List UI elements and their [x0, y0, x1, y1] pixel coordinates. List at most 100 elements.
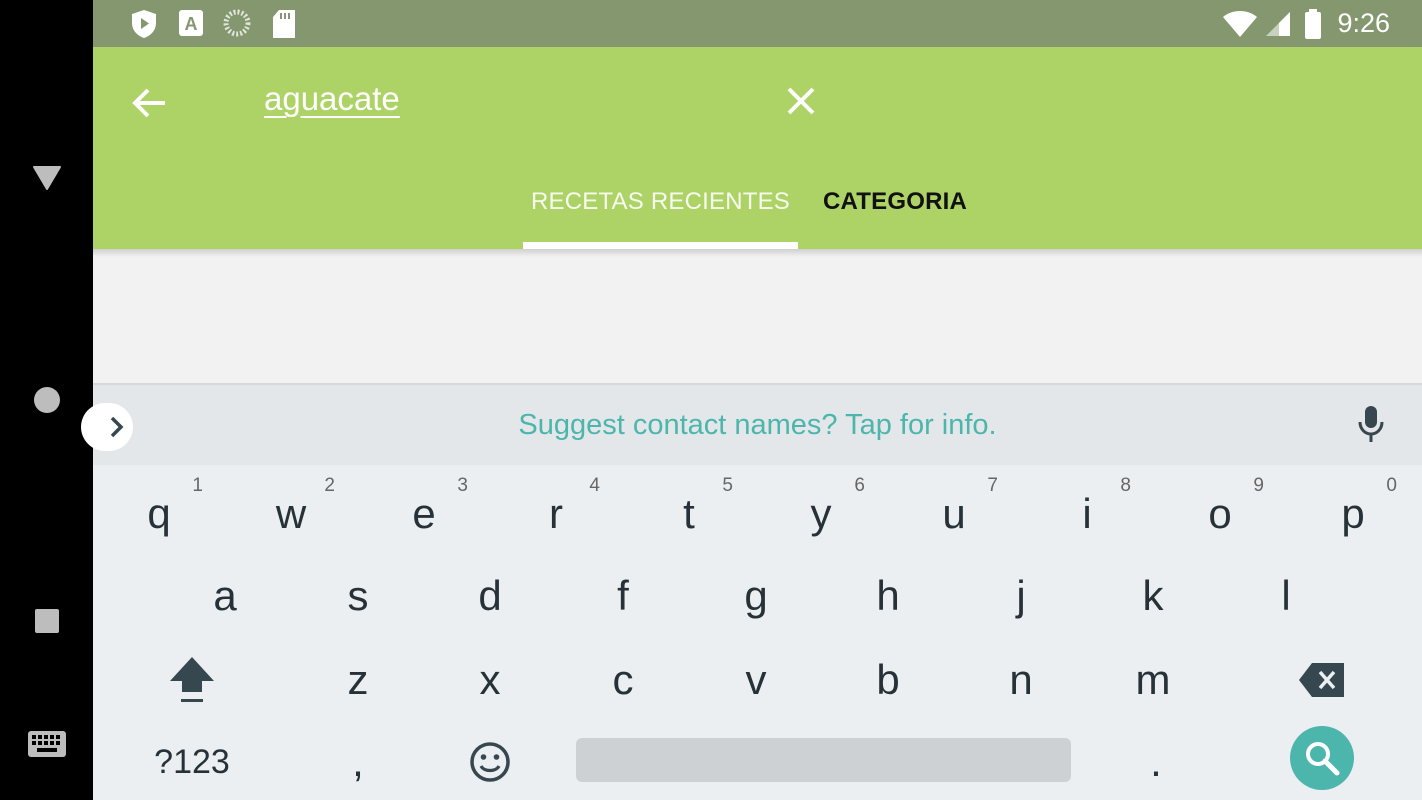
key-hint: 2 [324, 475, 335, 496]
period-key[interactable]: . [1090, 729, 1222, 795]
key-label: ?123 [154, 742, 230, 781]
tab-indicator [523, 242, 798, 249]
shift-key[interactable] [126, 645, 258, 715]
key-k[interactable]: k [1087, 561, 1219, 631]
key-label: k [1142, 572, 1164, 619]
shift-arrow-icon [170, 657, 214, 702]
key-label: a [213, 572, 237, 619]
key-label: l [1281, 572, 1291, 619]
key-o[interactable]: o9 [1154, 475, 1286, 549]
key-e[interactable]: e3 [358, 475, 490, 549]
key-m[interactable]: m [1087, 645, 1219, 715]
backspace-key[interactable] [1256, 645, 1388, 715]
key-label: o [1208, 490, 1232, 537]
key-s[interactable]: s [292, 561, 424, 631]
svg-text:A: A [185, 14, 198, 34]
key-label: b [876, 656, 900, 703]
back-arrow-icon[interactable] [123, 77, 175, 129]
tab-recetas-recientes[interactable]: RECETAS RECIENTES [523, 180, 798, 249]
divider [93, 249, 1422, 257]
close-icon[interactable] [777, 77, 825, 125]
keyboard-icon[interactable] [0, 728, 93, 760]
key-label: e [412, 490, 436, 537]
key-g[interactable]: g [690, 561, 822, 631]
text-a-icon: A [178, 9, 204, 42]
tab-label: CATEGORIA [822, 188, 968, 215]
search-input[interactable]: aguacate [264, 80, 400, 118]
emoji-smile-icon [470, 742, 510, 782]
app-screen: A 9:26 aguacate RECETAS RECIENTES CATEGO… [81, 0, 1422, 800]
key-label: n [1009, 656, 1033, 703]
key-hint: 6 [854, 475, 865, 496]
key-label: h [876, 572, 900, 619]
clock: 9:26 [1337, 8, 1390, 38]
key-label: q [147, 490, 171, 537]
key-j[interactable]: j [955, 561, 1087, 631]
key-q[interactable]: q1 [93, 475, 225, 549]
loading-circle-icon [223, 9, 251, 42]
key-i[interactable]: i8 [1021, 475, 1153, 549]
home-circle-icon[interactable] [0, 384, 93, 416]
comma-key[interactable]: , [292, 729, 424, 795]
navigation-bar [0, 0, 93, 800]
tab-categoria[interactable]: CATEGORIA [798, 180, 992, 249]
key-label: f [617, 572, 629, 619]
space-bar[interactable] [576, 738, 1071, 782]
key-w[interactable]: w2 [225, 475, 357, 549]
wifi-icon [1222, 10, 1258, 43]
key-x[interactable]: x [424, 645, 556, 715]
key-label: j [1016, 572, 1026, 619]
key-r[interactable]: r4 [490, 475, 622, 549]
key-a[interactable]: a [159, 561, 291, 631]
key-y[interactable]: y6 [755, 475, 887, 549]
suggestion-text[interactable]: Suggest contact names? Tap for info. [93, 409, 1422, 442]
key-label: r [549, 490, 563, 537]
key-d[interactable]: d [424, 561, 556, 631]
key-v[interactable]: v [690, 645, 822, 715]
back-triangle-icon[interactable] [0, 160, 93, 196]
key-f[interactable]: f [557, 561, 689, 631]
recents-square-icon[interactable] [0, 607, 93, 635]
key-l[interactable]: l [1220, 561, 1352, 631]
search-app-bar: aguacate RECETAS RECIENTES CATEGORIA [93, 47, 1422, 249]
microphone-icon[interactable] [1351, 405, 1391, 449]
key-label: u [942, 490, 966, 537]
signal-icon [1265, 11, 1291, 42]
key-label: c [612, 656, 634, 703]
key-n[interactable]: n [955, 645, 1087, 715]
key-u[interactable]: u7 [888, 475, 1020, 549]
tab-label: RECETAS RECIENTES [531, 188, 790, 215]
key-hint: 1 [192, 475, 203, 496]
key-label: g [744, 572, 768, 619]
key-label: . [1150, 738, 1162, 785]
key-hint: 8 [1120, 475, 1131, 496]
emoji-key[interactable] [424, 729, 556, 795]
key-t[interactable]: t5 [623, 475, 755, 549]
status-bar: A 9:26 [93, 0, 1422, 47]
key-label: z [347, 656, 369, 703]
play-protect-icon [130, 9, 158, 44]
key-label: d [478, 572, 502, 619]
search-key[interactable] [1290, 726, 1354, 790]
sd-card-icon [271, 9, 297, 44]
suggestion-strip: Suggest contact names? Tap for info. [81, 383, 1422, 465]
soft-keyboard: Suggest contact names? Tap for info. q1 … [81, 383, 1422, 800]
key-c[interactable]: c [557, 645, 689, 715]
key-hint: 5 [722, 475, 733, 496]
key-hint: 4 [589, 475, 600, 496]
key-h[interactable]: h [822, 561, 954, 631]
key-b[interactable]: b [822, 645, 954, 715]
key-label: , [352, 738, 364, 785]
symbols-key[interactable]: ?123 [126, 729, 258, 795]
key-z[interactable]: z [292, 645, 424, 715]
search-icon [1306, 742, 1340, 776]
key-label: v [745, 656, 767, 703]
key-hint: 3 [457, 475, 468, 496]
key-label: t [683, 490, 695, 537]
key-label: x [479, 656, 501, 703]
key-label: m [1135, 656, 1171, 703]
battery-icon [1304, 9, 1322, 44]
key-label: p [1341, 490, 1365, 537]
key-label: s [347, 572, 369, 619]
key-p[interactable]: p0 [1287, 475, 1419, 549]
